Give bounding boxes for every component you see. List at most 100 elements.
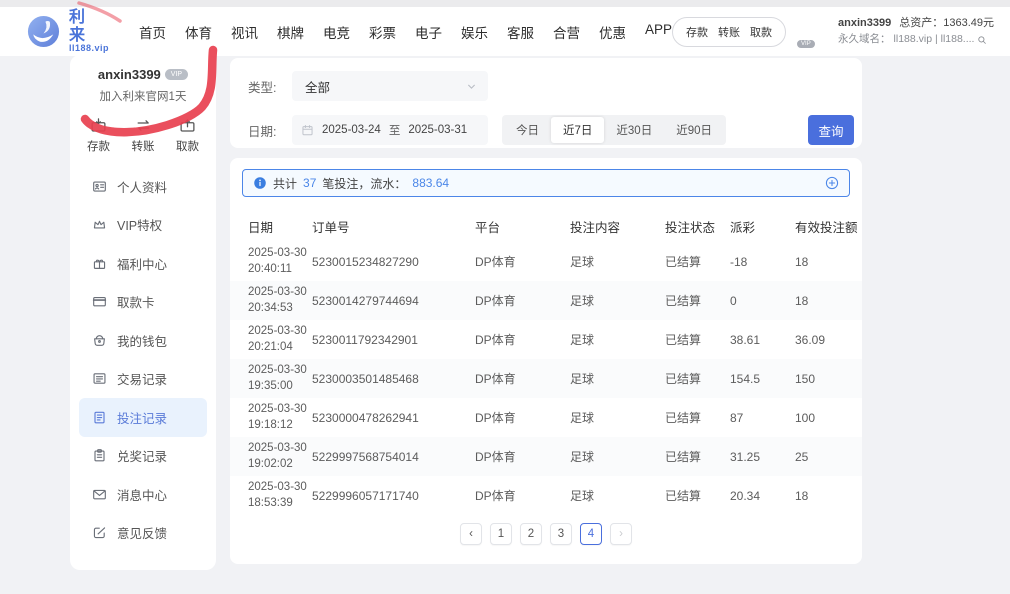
- nav-item[interactable]: 电子: [415, 22, 442, 42]
- plus-circle-icon[interactable]: [825, 176, 839, 190]
- transfer-icon: [135, 117, 152, 134]
- top-nav-bar: 利 来 ll188.vip 首页体育视讯棋牌电竞彩票电子娱乐客服合营优惠APP …: [0, 7, 1010, 56]
- type-select[interactable]: 全部: [292, 71, 488, 101]
- bet-count: 37: [303, 176, 316, 190]
- nav-item[interactable]: 娱乐: [461, 22, 488, 42]
- quick-action[interactable]: 取款: [176, 117, 199, 154]
- quick-action[interactable]: 转账: [132, 117, 155, 154]
- wallet-action[interactable]: 存款: [686, 24, 708, 40]
- sidebar-item-redeem[interactable]: 兑奖记录: [79, 437, 207, 476]
- column-header: 派彩: [730, 217, 795, 236]
- cell-date: 2025-03-3018:53:39: [248, 480, 312, 511]
- cell-order: 5230014279744694: [312, 294, 475, 308]
- nav-item[interactable]: 合营: [553, 22, 580, 42]
- info-icon: [253, 176, 267, 190]
- assets-value: 1363.49元: [943, 17, 994, 29]
- cell-status: 已结算: [665, 487, 730, 504]
- profile-username: anxin3399: [98, 67, 161, 82]
- quick-range-button[interactable]: 近7日: [551, 117, 604, 143]
- bet-records-card: 共计 37 笔投注，流水： 883.64 日期订单号平台投注内容投注状态派彩有效…: [230, 158, 862, 564]
- page-button[interactable]: 3: [550, 523, 572, 545]
- sidebar-item-crown[interactable]: VIP特权: [79, 206, 207, 245]
- nav-item[interactable]: 优惠: [599, 22, 626, 42]
- nav-item[interactable]: 视讯: [231, 22, 258, 42]
- search-button[interactable]: 查询: [808, 115, 854, 145]
- cell-order: 5230015234827290: [312, 255, 475, 269]
- cell-platform: DP体育: [475, 253, 570, 270]
- withdraw-icon: [179, 117, 196, 134]
- cell-content: 足球: [570, 448, 665, 465]
- cell-platform: DP体育: [475, 292, 570, 309]
- filter-card: 类型: 全部 日期: 2025-03-24 至 2025-03-31 今日近7日…: [230, 58, 862, 148]
- sidebar-quick-actions: 存款 转账 取款: [70, 104, 216, 154]
- sidebar-item-wallet[interactable]: 我的钱包: [79, 321, 207, 360]
- summary-prefix: 共计: [273, 175, 297, 192]
- nav-item[interactable]: 彩票: [369, 22, 396, 42]
- quick-action[interactable]: 存款: [87, 117, 110, 154]
- sidebar-item-bet-record[interactable]: 投注记录: [79, 398, 207, 437]
- cell-payout: 20.34: [730, 489, 795, 503]
- column-header: 投注内容: [570, 217, 665, 236]
- sidebar-item-id-card[interactable]: 个人资料: [79, 167, 207, 206]
- nav-item[interactable]: 首页: [139, 22, 166, 42]
- date-separator: 至: [389, 122, 401, 138]
- summary-bar: 共计 37 笔投注，流水： 883.64: [242, 169, 850, 197]
- cell-status: 已结算: [665, 448, 730, 465]
- quick-range-button[interactable]: 近90日: [664, 117, 724, 143]
- sidebar-item-feedback[interactable]: 意见反馈: [79, 514, 207, 553]
- cell-content: 足球: [570, 409, 665, 426]
- column-header: 平台: [475, 217, 570, 236]
- prev-page-button[interactable]: ‹: [460, 523, 482, 545]
- cell-payout: 31.25: [730, 450, 795, 464]
- sidebar-item-gift[interactable]: 福利中心: [79, 244, 207, 283]
- feedback-icon: [92, 525, 107, 540]
- sidebar-item-mail[interactable]: 消息中心: [79, 475, 207, 514]
- column-header: 日期: [248, 217, 312, 236]
- nav-item[interactable]: 棋牌: [277, 22, 304, 42]
- cell-order: 5229997568754014: [312, 450, 475, 464]
- sidebar-item-bank-card[interactable]: 取款卡: [79, 283, 207, 322]
- nav-item[interactable]: APP: [645, 22, 672, 42]
- cell-date: 2025-03-3020:34:53: [248, 285, 312, 316]
- cell-status: 已结算: [665, 292, 730, 309]
- nav-item[interactable]: 体育: [185, 22, 212, 42]
- sidebar-item-transaction-list[interactable]: 交易记录: [79, 360, 207, 399]
- site-logo[interactable]: 利 来 ll188.vip: [26, 9, 111, 54]
- nav-item[interactable]: 电竞: [323, 22, 350, 42]
- cell-payout: 0: [730, 294, 795, 308]
- wallet-actions-pill: 存款转账取款: [672, 17, 786, 47]
- page-button[interactable]: 4: [580, 523, 602, 545]
- joined-days-text: 加入利来官网1天: [70, 88, 216, 104]
- cell-content: 足球: [570, 331, 665, 348]
- date-range-input[interactable]: 2025-03-24 至 2025-03-31: [292, 115, 488, 145]
- cell-order: 5229996057171740: [312, 489, 475, 503]
- cell-date: 2025-03-3019:18:12: [248, 402, 312, 433]
- domain-line: 永久域名：ll188.vip | ll188....: [838, 32, 994, 48]
- cell-platform: DP体育: [475, 448, 570, 465]
- cell-platform: DP体育: [475, 487, 570, 504]
- mail-icon: [92, 487, 107, 502]
- table-row: 2025-03-3019:18:12 5230000478262941 DP体育…: [230, 398, 862, 437]
- crown-icon: [92, 217, 107, 232]
- cell-payout: -18: [730, 255, 795, 269]
- header-user-block[interactable]: VIP anxin3399总资产：1363.49元 永久域名：ll188.vip…: [799, 14, 994, 50]
- wallet-action[interactable]: 转账: [718, 24, 740, 40]
- page-button[interactable]: 2: [520, 523, 542, 545]
- column-header: 有效投注额: [795, 217, 880, 236]
- search-icon[interactable]: [977, 35, 987, 45]
- page-button[interactable]: 1: [490, 523, 512, 545]
- quick-range-button[interactable]: 近30日: [604, 117, 664, 143]
- table-row: 2025-03-3020:34:53 5230014279744694 DP体育…: [230, 281, 862, 320]
- date-from-value: 2025-03-24: [322, 124, 381, 136]
- date-to-value: 2025-03-31: [408, 124, 467, 136]
- next-page-button[interactable]: ›: [610, 523, 632, 545]
- wallet-action[interactable]: 取款: [750, 24, 772, 40]
- quick-range-button[interactable]: 今日: [504, 117, 551, 143]
- nav-item[interactable]: 客服: [507, 22, 534, 42]
- table-row: 2025-03-3020:40:11 5230015234827290 DP体育…: [230, 242, 862, 281]
- domain-value: ll188.vip | ll188....: [894, 32, 975, 48]
- domain-label: 永久域名：: [838, 32, 891, 48]
- table-row: 2025-03-3019:35:00 5230003501485468 DP体育…: [230, 359, 862, 398]
- column-header: 订单号: [312, 217, 475, 236]
- cell-status: 已结算: [665, 409, 730, 426]
